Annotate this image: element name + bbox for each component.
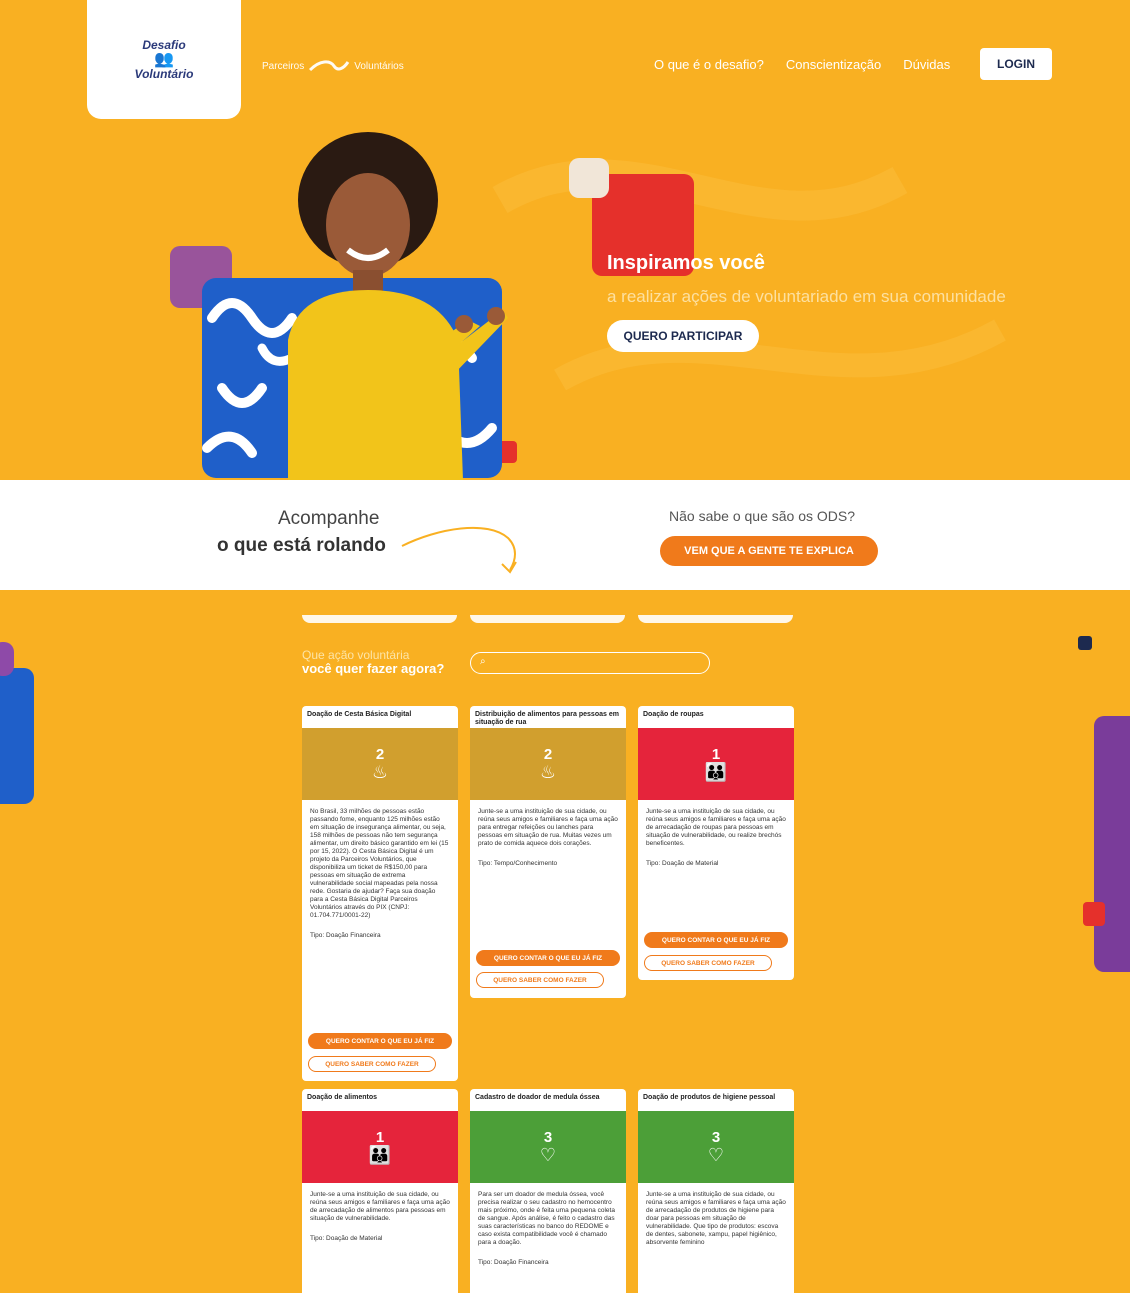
heartbeat-icon: ♡ [707, 1144, 725, 1165]
follow-line1: Acompanhe [278, 508, 380, 529]
card-title: Doação de alimentos [307, 1094, 378, 1101]
learn-button[interactable]: QUERO SABER COMO FAZER [476, 972, 604, 988]
people-icon: 👥 [154, 50, 174, 68]
card-title: Doação de produtos de higiene pessoal [643, 1094, 776, 1101]
ods-number: 2 [375, 745, 385, 763]
ods-question: Não sabe o que são os ODS? [669, 508, 856, 524]
partner-right-text: Voluntários [354, 60, 404, 72]
family-icon: 👪 [704, 761, 728, 782]
ods-badge: 1 👪 [302, 1111, 458, 1183]
action-card: Doação de produtos de higiene pessoal 3 … [638, 1089, 794, 1293]
nav-item-duvidas[interactable]: Dúvidas [903, 57, 950, 72]
ods-badge: 2 ♨ [470, 728, 626, 800]
curved-arrow-icon [401, 526, 517, 574]
partner-logo[interactable]: Parceiros Voluntários [262, 58, 404, 74]
left-purple-square [0, 642, 14, 676]
filter-tab[interactable] [470, 615, 625, 623]
card-description: Junte-se a uma instituição de sua cidade… [478, 808, 618, 847]
card-title: Doação de roupas [643, 711, 704, 718]
ods-explain-button[interactable]: VEM QUE A GENTE TE EXPLICA [660, 536, 878, 566]
card-description: Para ser um doador de medula óssea, você… [478, 1191, 615, 1246]
ods-badge: 3 ♡ [470, 1111, 626, 1183]
search-input[interactable]: ⌕ [470, 652, 710, 674]
hero-section: Desafio 👥 Voluntário Parceiros Voluntári… [0, 0, 1130, 480]
swoosh-icon [309, 60, 350, 72]
participate-button[interactable]: QUERO PARTICIPAR [607, 320, 759, 352]
bowl-icon: ♨ [371, 761, 389, 782]
bowl-icon: ♨ [539, 761, 557, 782]
search-icon: ⌕ [480, 656, 486, 667]
nav-item-desafio[interactable]: O que é o desafio? [654, 57, 764, 72]
logo[interactable]: Desafio 👥 Voluntário [87, 0, 241, 119]
family-icon: 👪 [368, 1144, 392, 1165]
light-square [569, 158, 609, 198]
actions-section: Que ação voluntária você quer fazer agor… [0, 590, 1130, 1293]
person-illustration [288, 132, 508, 480]
hero-title: Inspiramos você [607, 252, 765, 274]
ods-badge: 1 👪 [638, 728, 794, 800]
action-card: Cadastro de doador de medula óssea 3 ♡ P… [470, 1089, 626, 1293]
filter-tab[interactable] [638, 615, 793, 623]
ods-number: 1 [711, 745, 721, 763]
learn-button[interactable]: QUERO SABER COMO FAZER [644, 955, 772, 971]
left-blue-pattern [0, 668, 34, 804]
card-title: Distribuição de alimentos para pessoas e… [475, 711, 619, 726]
card-type: Tipo: Doação de Material [310, 1235, 383, 1242]
logo-line2: Voluntário [134, 66, 194, 81]
action-card: Distribuição de alimentos para pessoas e… [470, 706, 626, 998]
ods-number: 3 [711, 1128, 721, 1146]
told-button[interactable]: QUERO CONTAR O QUE EU JÁ FIZ [476, 950, 620, 966]
right-purple-pattern [1094, 716, 1130, 972]
card-type: Tipo: Doação de Material [646, 860, 719, 867]
learn-button[interactable]: QUERO SABER COMO FAZER [308, 1056, 436, 1072]
actions-prompt-line2: você quer fazer agora? [302, 661, 445, 676]
ods-badge: 2 ♨ [302, 728, 458, 800]
told-button[interactable]: QUERO CONTAR O QUE EU JÁ FIZ [308, 1033, 452, 1049]
card-type: Tipo: Doação Financeira [478, 1259, 549, 1266]
action-card: Doação de alimentos 1 👪 Junte-se a uma i… [302, 1089, 458, 1293]
action-card: Doação de roupas 1 👪 Junte-se a uma inst… [638, 706, 794, 980]
logo-line1: Desafio [142, 37, 186, 52]
hero-subtitle: a realizar ações de voluntariado em sua … [607, 287, 1006, 306]
login-button[interactable]: LOGIN [980, 48, 1052, 80]
ods-number: 1 [375, 1128, 385, 1146]
card-type: Tipo: Doação Financeira [310, 932, 381, 939]
card-title: Doação de Cesta Básica Digital [307, 711, 412, 718]
ods-number: 2 [543, 745, 553, 763]
card-description: No Brasil, 33 milhões de pessoas estão p… [310, 808, 449, 919]
ods-number: 3 [543, 1128, 553, 1146]
right-red-square [1083, 902, 1105, 926]
nav-item-conscientizacao[interactable]: Conscientização [786, 57, 881, 72]
follow-line2: o que está rolando [217, 535, 386, 556]
partner-left-text: Parceiros [262, 60, 305, 72]
card-description: Junte-se a uma instituição de sua cidade… [646, 1191, 786, 1246]
ods-badge: 3 ♡ [638, 1111, 794, 1183]
heartbeat-icon: ♡ [539, 1144, 557, 1165]
card-description: Junte-se a uma instituição de sua cidade… [646, 808, 786, 847]
main-nav: O que é o desafio? Conscientização Dúvid… [654, 57, 950, 72]
card-type: Tipo: Tempo/Conhecimento [478, 860, 558, 867]
card-title: Cadastro de doador de medula óssea [475, 1094, 600, 1101]
actions-prompt-line1: Que ação voluntária [302, 648, 410, 662]
filter-tab[interactable] [302, 615, 457, 623]
card-description: Junte-se a uma instituição de sua cidade… [310, 1191, 450, 1222]
told-button[interactable]: QUERO CONTAR O QUE EU JÁ FIZ [644, 932, 788, 948]
navy-square [1078, 636, 1092, 650]
action-card: Doação de Cesta Básica Digital 2 ♨ No Br… [302, 706, 458, 1081]
